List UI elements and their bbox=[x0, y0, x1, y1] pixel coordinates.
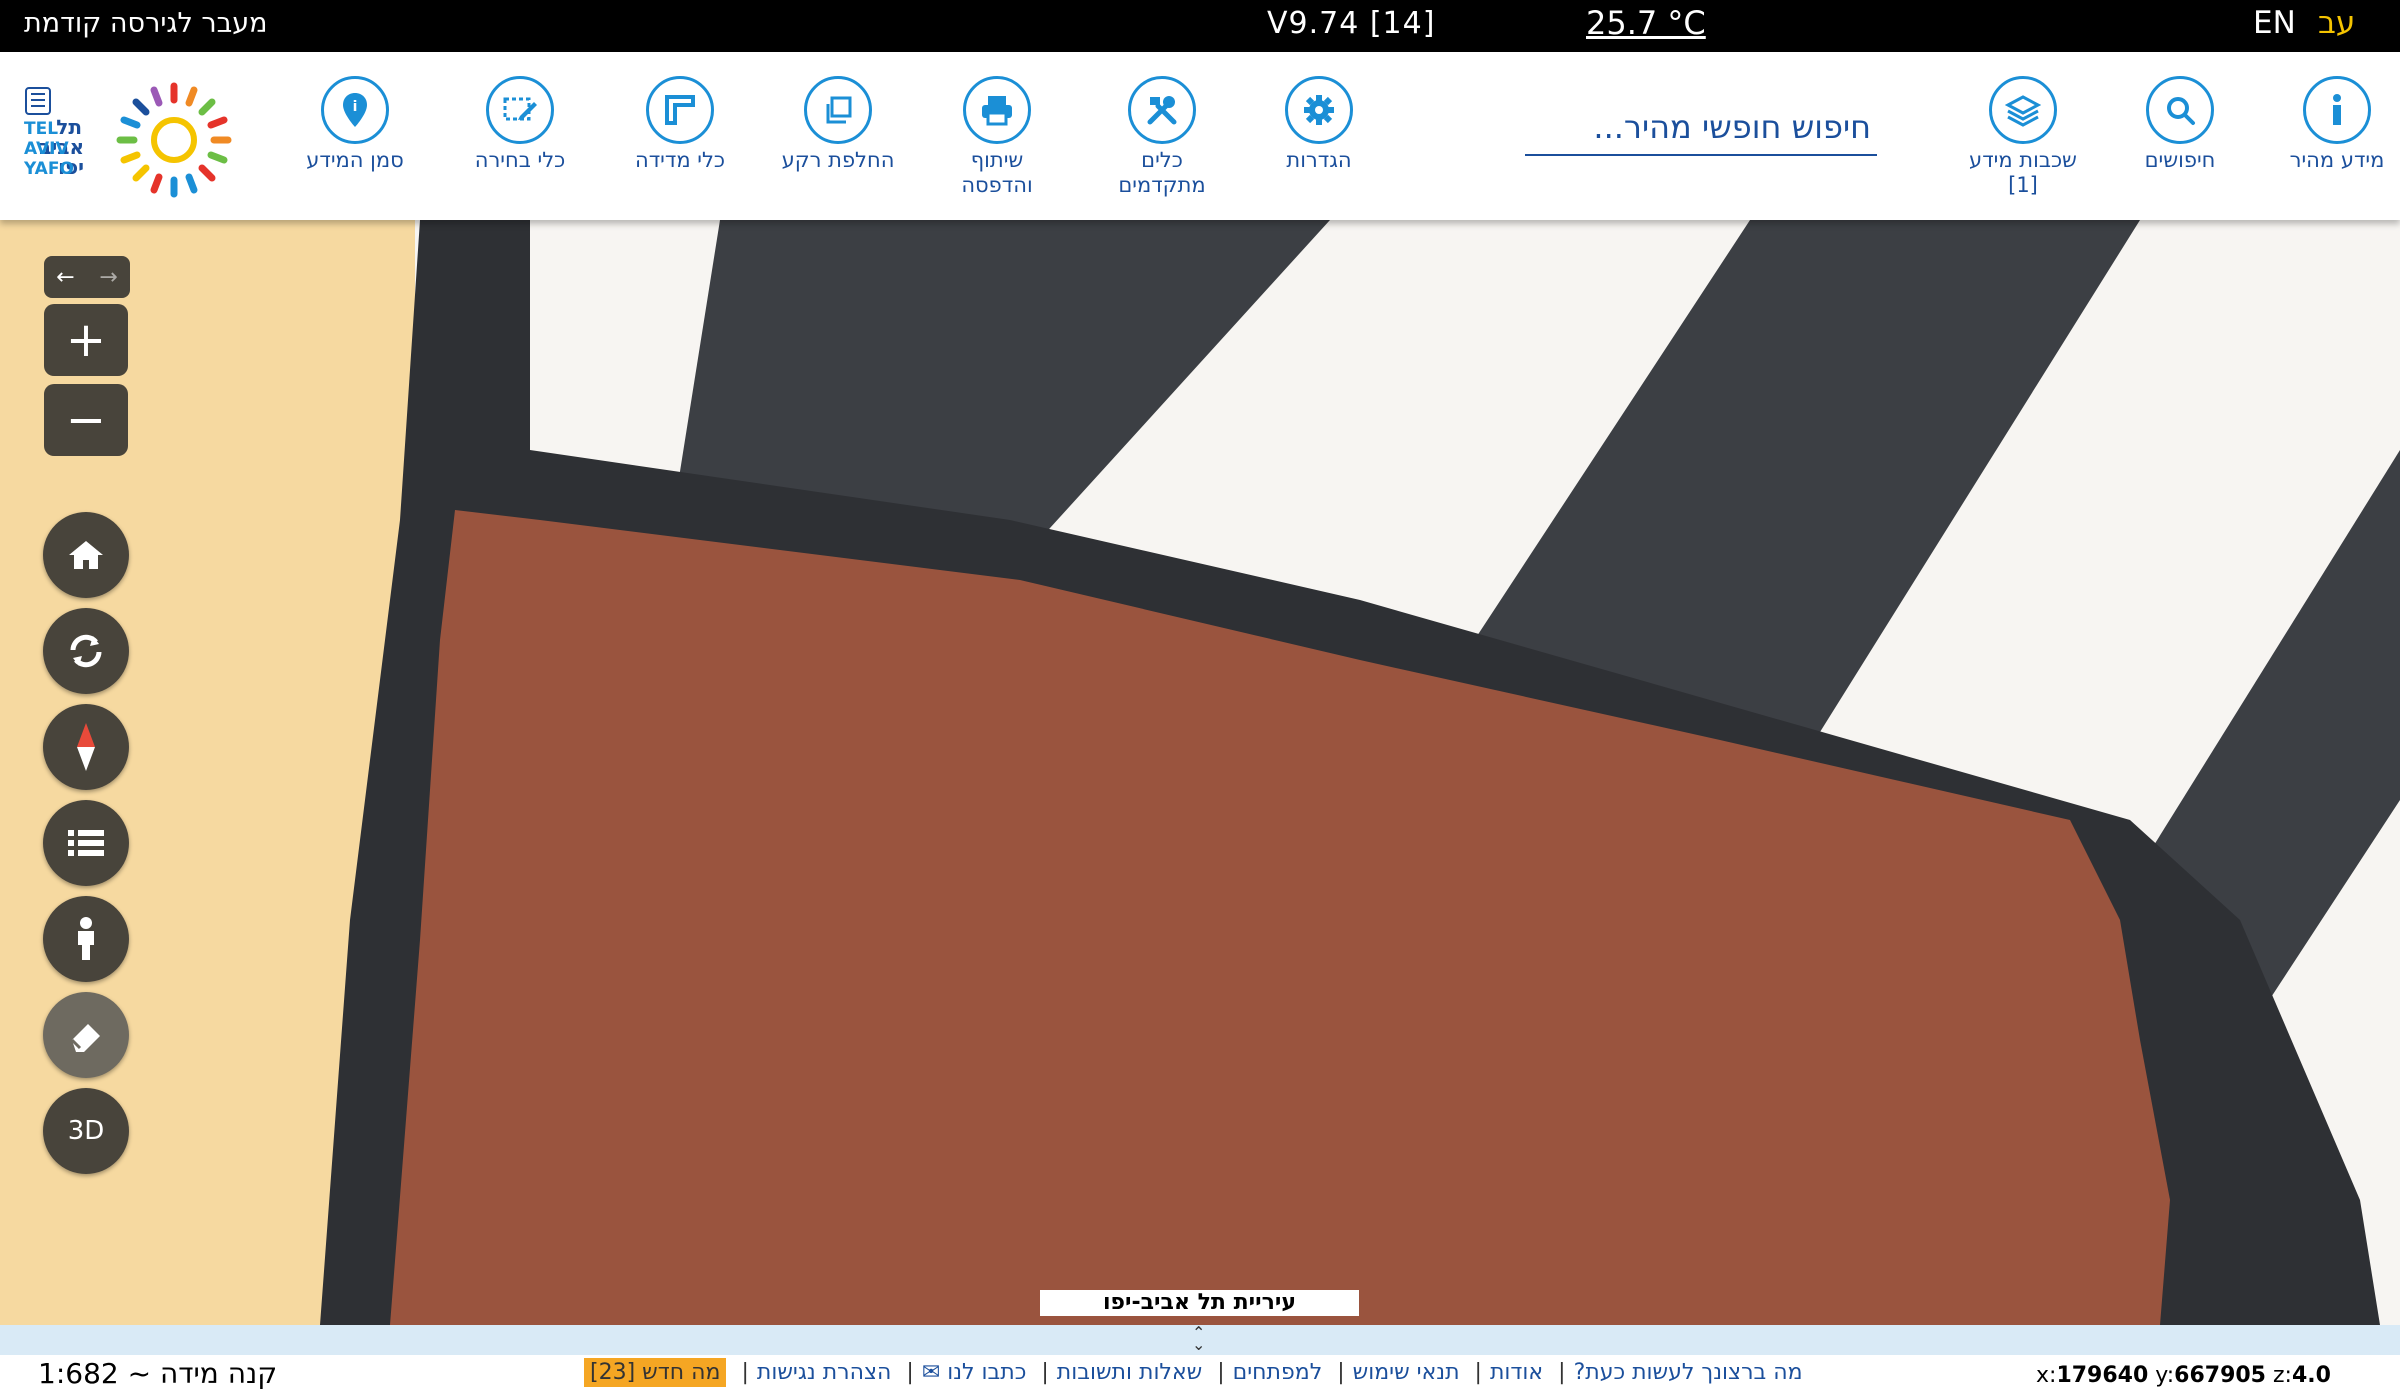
switch-background-label: החלפת רקע bbox=[781, 148, 895, 172]
footer-bar: קנה מידה ~ 1:682 מה ברצונך לעשות כעת?| א… bbox=[0, 1355, 2400, 1392]
search-icon bbox=[2146, 76, 2214, 144]
home-icon bbox=[69, 541, 103, 569]
share-print-button[interactable]: שיתוף והדפסה bbox=[912, 76, 1082, 198]
footer-link-about[interactable]: אודות bbox=[1490, 1360, 1543, 1385]
settings-label: הגדרות bbox=[1286, 148, 1352, 172]
panel-resize-handle[interactable]: ⌃ ⌄ bbox=[0, 1325, 2400, 1355]
layers-icon bbox=[1989, 76, 2057, 144]
select-tools-button[interactable]: כלי בחירה bbox=[435, 76, 605, 173]
footer-link-faq[interactable]: שאלות ותשובות bbox=[1057, 1360, 1202, 1385]
share-print-label-2: והדפסה bbox=[961, 173, 1033, 197]
footer-links: מה ברצונך לעשות כעת?| אודות| תנאי שימוש|… bbox=[580, 1358, 1807, 1387]
logo-en-line2: AVIV bbox=[24, 139, 69, 159]
footer-link-contact[interactable]: כתבו לנו ✉ bbox=[922, 1360, 1027, 1385]
share-print-label-1: שיתוף bbox=[970, 148, 1024, 172]
language-en-button[interactable]: EN bbox=[2253, 5, 2296, 41]
top-bar: מעבר לגירסה קודמת V9.74 [14] 25.7 °C EN … bbox=[0, 0, 2400, 52]
eraser-button[interactable] bbox=[43, 992, 129, 1078]
marker-icon: i bbox=[321, 76, 389, 144]
refresh-icon bbox=[70, 634, 102, 668]
tel-aviv-logo[interactable]: תל אביב יפו TEL AVIV YAFO bbox=[22, 78, 252, 203]
home-button[interactable] bbox=[43, 512, 129, 598]
coord-z-label: z: bbox=[2273, 1363, 2292, 1388]
info-icon bbox=[2303, 76, 2371, 144]
coord-x-label: x: bbox=[2036, 1363, 2057, 1388]
map-attribution: עיריית תל אביב-יפו bbox=[1040, 1290, 1359, 1316]
language-he-button[interactable]: עב bbox=[2318, 5, 2355, 41]
coord-z-value: 4.0 bbox=[2291, 1363, 2331, 1388]
gear-icon bbox=[1285, 76, 1353, 144]
ruler-icon bbox=[646, 76, 714, 144]
logo-emblem-icon bbox=[25, 87, 51, 115]
forward-arrow-icon[interactable]: → bbox=[87, 256, 130, 298]
zoom-out-button[interactable]: − bbox=[44, 384, 128, 456]
logo-sunburst-icon bbox=[116, 82, 232, 198]
eraser-icon bbox=[70, 1024, 100, 1052]
quick-info-label: מידע מהיר bbox=[2289, 148, 2385, 172]
quick-search bbox=[1525, 102, 1877, 156]
info-layers-count: [1] bbox=[2008, 173, 2038, 197]
version-label: V9.74 [14] bbox=[1267, 6, 1436, 41]
measure-tools-label: כלי מדידה bbox=[634, 148, 726, 172]
select-icon bbox=[486, 76, 554, 144]
logo-en-line1: TEL bbox=[24, 119, 58, 139]
compass-button[interactable] bbox=[43, 704, 129, 790]
info-layers-button[interactable]: שכבות מידע [1] bbox=[1938, 76, 2108, 198]
coordinates-readout: x:179640 y:667905 z:4.0 bbox=[2036, 1363, 2331, 1388]
main-toolbar: תל אביב יפו TEL AVIV YAFO i סמן המידע כל… bbox=[0, 52, 2400, 220]
copy-icon bbox=[804, 76, 872, 144]
info-layers-label: שכבות מידע bbox=[1969, 148, 2077, 172]
logo-en-line3: YAFO bbox=[23, 159, 74, 179]
nav-history-buttons: ← → bbox=[44, 256, 130, 298]
printer-icon bbox=[963, 76, 1031, 144]
whats-new-button[interactable]: מה חדש [23] bbox=[584, 1358, 727, 1387]
mark-info-button[interactable]: i סמן המידע bbox=[270, 76, 440, 173]
coord-y-label: y: bbox=[2155, 1363, 2175, 1388]
map-view[interactable]: ← → + − 3D bbox=[0, 220, 2400, 1325]
searches-button[interactable]: חיפושים bbox=[2095, 76, 2265, 173]
refresh-button[interactable] bbox=[43, 608, 129, 694]
footer-link-accessibility[interactable]: הצהרת נגישות bbox=[757, 1360, 892, 1385]
searches-label: חיפושים bbox=[2144, 148, 2216, 172]
footer-link-developers[interactable]: למפתחים bbox=[1233, 1360, 1323, 1385]
map-canvas bbox=[0, 220, 2400, 1325]
list-icon bbox=[68, 830, 104, 856]
mark-info-label: סמן המידע bbox=[306, 148, 404, 172]
3d-button[interactable]: 3D bbox=[43, 1088, 129, 1174]
switch-background-button[interactable]: החלפת רקע bbox=[753, 76, 923, 173]
footer-link-terms[interactable]: תנאי שימוש bbox=[1353, 1360, 1460, 1385]
advanced-tools-button[interactable]: כלים מתקדמים bbox=[1077, 76, 1247, 198]
back-arrow-icon[interactable]: ← bbox=[44, 256, 87, 298]
svg-text:i: i bbox=[353, 99, 358, 115]
temperature-link[interactable]: 25.7 °C bbox=[1586, 4, 1706, 42]
map-scale: קנה מידה ~ 1:682 bbox=[38, 1357, 278, 1390]
measure-tools-button[interactable]: כלי מדידה bbox=[595, 76, 765, 173]
legend-list-button[interactable] bbox=[43, 800, 129, 886]
coord-x-value: 179640 bbox=[2056, 1363, 2149, 1388]
quick-info-button[interactable]: מידע מהיר bbox=[2252, 76, 2400, 173]
quick-search-input[interactable] bbox=[1525, 102, 1877, 152]
previous-version-link[interactable]: מעבר לגירסה קודמת bbox=[24, 8, 268, 39]
street-view-button[interactable] bbox=[43, 896, 129, 982]
footer-link-what-to-do[interactable]: מה ברצונך לעשות כעת? bbox=[1574, 1360, 1803, 1385]
compass-icon bbox=[77, 723, 95, 771]
advanced-tools-label-1: כלים bbox=[1141, 148, 1183, 172]
person-icon bbox=[78, 917, 94, 960]
settings-button[interactable]: הגדרות bbox=[1234, 76, 1404, 173]
zoom-in-button[interactable]: + bbox=[44, 304, 128, 376]
tools-icon bbox=[1128, 76, 1196, 144]
coord-y-value: 667905 bbox=[2174, 1363, 2266, 1388]
advanced-tools-label-2: מתקדמים bbox=[1118, 173, 1206, 197]
resize-arrows-icon: ⌃ ⌄ bbox=[1192, 1323, 1206, 1354]
select-tools-label: כלי בחירה bbox=[474, 148, 566, 172]
